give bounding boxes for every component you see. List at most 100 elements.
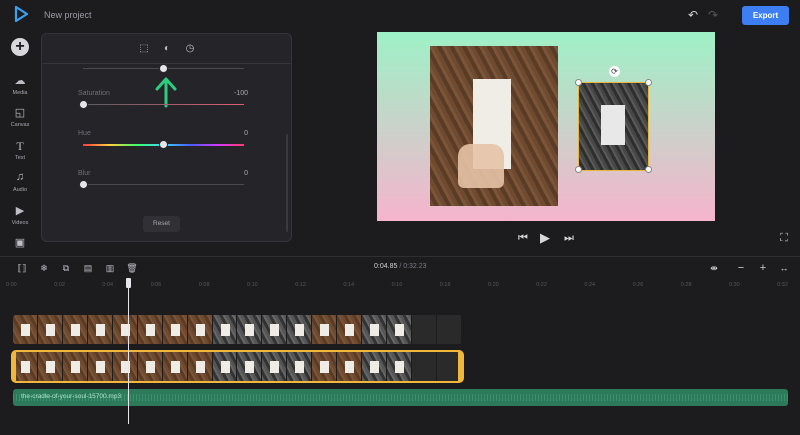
undo-icon[interactable]: ↶ xyxy=(686,8,700,22)
text-icon: T xyxy=(16,139,24,153)
panel-tabs: ⬚ ◐ ◷ xyxy=(42,34,291,64)
ruler-tick-label: 0:22 xyxy=(536,282,547,288)
clip-thumbnail xyxy=(62,352,88,381)
contrast-icon[interactable]: ◐ xyxy=(160,42,174,56)
ruler-tick-label: 0:08 xyxy=(198,282,210,288)
expand-icon[interactable]: ↔ xyxy=(777,261,791,275)
clip-thumbnail xyxy=(187,352,213,381)
clip-thumbnail xyxy=(237,315,263,344)
video-track-selected[interactable] xyxy=(11,350,464,383)
crop-icon[interactable]: ⬚ xyxy=(137,42,151,56)
timecode: 0:04.85 / 0:32.23 xyxy=(374,263,427,270)
audio-track[interactable]: the-cradle-of-your-soul-15700.mp3 xyxy=(13,389,788,406)
ruler-tick-label: 0:18 xyxy=(439,282,451,288)
video-icon: ▶ xyxy=(15,205,25,217)
package-image xyxy=(45,361,55,373)
video-track-top[interactable] xyxy=(13,315,462,344)
align-top-icon[interactable]: ▥ xyxy=(103,261,117,275)
panel-scrollbar[interactable] xyxy=(286,134,288,232)
sidebar-item-canvas[interactable]: ◱ Canvas xyxy=(0,104,40,134)
clip-thumbnail xyxy=(362,352,388,381)
package-image xyxy=(21,324,30,336)
app-logo-icon[interactable] xyxy=(12,5,30,23)
canvas-icon: ◱ xyxy=(14,107,26,119)
sidebar-item-label: Canvas xyxy=(10,122,30,128)
saturation-track[interactable] xyxy=(83,104,244,105)
reset-button[interactable]: Reset xyxy=(143,216,180,232)
resize-handle[interactable] xyxy=(645,166,652,173)
speed-icon[interactable]: ◷ xyxy=(183,42,197,56)
sidebar-item-audio[interactable]: ♫ Audio xyxy=(0,169,40,199)
clip-thumbnail xyxy=(13,352,38,381)
clip-thumbnail xyxy=(436,315,462,344)
sidebar-item-media[interactable]: ☁ Media xyxy=(0,72,40,102)
skip-back-icon[interactable]: ⏮ xyxy=(516,231,530,245)
package-image xyxy=(320,361,330,373)
project-title[interactable]: New project xyxy=(44,10,92,20)
resize-handle[interactable] xyxy=(645,79,652,86)
fit-icon[interactable]: ⇼ xyxy=(707,261,721,275)
playhead-handle[interactable] xyxy=(126,278,131,288)
clip-thumbnail xyxy=(137,352,163,381)
blur-track[interactable] xyxy=(83,184,244,185)
duplicate-icon[interactable]: ⧉ xyxy=(59,261,73,275)
zoom-in-icon[interactable]: + xyxy=(756,261,770,275)
clip-thumbnail xyxy=(387,352,412,381)
package-image xyxy=(70,324,80,336)
ruler-tick-label: 0:12 xyxy=(295,282,306,288)
package-image xyxy=(195,324,205,336)
trim-handle-right[interactable] xyxy=(458,352,462,381)
delete-icon[interactable]: 🗑 xyxy=(125,261,139,275)
package-image xyxy=(145,361,155,373)
slider-knob[interactable] xyxy=(159,64,168,73)
resize-handle[interactable] xyxy=(575,166,582,173)
package-image xyxy=(170,324,180,336)
add-media-button[interactable]: + xyxy=(11,38,29,56)
clip-thumbnail xyxy=(237,352,263,381)
hue-knob[interactable] xyxy=(159,140,168,149)
slider-value: 0 xyxy=(244,170,248,177)
top-bar: New project ↶ ↷ Export xyxy=(0,0,800,30)
clip-thumbnail xyxy=(112,315,138,344)
ruler-tick-label: 0:16 xyxy=(391,282,403,288)
redo-icon[interactable]: ↷ xyxy=(706,8,720,22)
slider-label: Saturation xyxy=(78,90,110,97)
audio-waveform xyxy=(13,394,788,401)
saturation-knob[interactable] xyxy=(78,100,88,109)
blur-knob[interactable] xyxy=(78,180,88,189)
split-icon[interactable]: ⟦⟧ xyxy=(15,261,29,275)
trim-handle-left[interactable] xyxy=(12,352,16,381)
preview-canvas[interactable]: ⟳ xyxy=(377,32,715,221)
video-clip-small-selected[interactable] xyxy=(578,82,649,171)
export-button[interactable]: Export xyxy=(742,6,789,25)
align-bottom-icon[interactable]: ▤ xyxy=(81,261,95,275)
clip-thumbnail xyxy=(337,315,363,344)
play-icon[interactable]: ▶ xyxy=(538,231,552,245)
playhead[interactable] xyxy=(128,278,129,424)
package-image xyxy=(21,361,30,373)
clip-thumbnail xyxy=(287,352,313,381)
freeze-icon[interactable]: ❄ xyxy=(37,261,51,275)
sidebar-item-videos[interactable]: ▶ Videos xyxy=(0,202,40,232)
clip-thumbnail xyxy=(37,315,63,344)
clip-thumbnail xyxy=(62,315,88,344)
clip-thumbnail xyxy=(212,315,238,344)
rotate-icon[interactable]: ⟳ xyxy=(609,66,620,77)
sidebar-item-text[interactable]: T Text xyxy=(0,137,40,167)
package-image xyxy=(220,361,230,373)
zoom-out-icon[interactable]: − xyxy=(734,261,748,275)
timeline-toolbar: ⟦⟧ ❄ ⧉ ▤ ▥ 🗑 0:04.85 / 0:32.23 ⇼ − + ↔ xyxy=(0,256,800,278)
sidebar-item-label: Audio xyxy=(12,187,28,193)
timeline-ruler[interactable]: 0:00 0:02 0:04 0:06 0:08 0:10 0:12 0:14 0:16 0:18… xyxy=(0,280,800,292)
slider-value: -100 xyxy=(233,90,248,97)
resize-handle[interactable] xyxy=(575,79,582,86)
adjust-panel: ⬚ ◐ ◷ Saturation -100 Hue 0 Blur 0 Reset xyxy=(41,33,292,242)
ruler-tick-label: 0:06 xyxy=(150,282,162,288)
package-image xyxy=(245,361,255,373)
package-image xyxy=(95,324,105,336)
fullscreen-icon[interactable]: ⛶ xyxy=(777,231,791,245)
video-clip-large[interactable] xyxy=(430,46,558,206)
package-image xyxy=(170,361,180,373)
skip-forward-icon[interactable]: ⏭ xyxy=(562,231,576,245)
package-image xyxy=(395,324,405,336)
